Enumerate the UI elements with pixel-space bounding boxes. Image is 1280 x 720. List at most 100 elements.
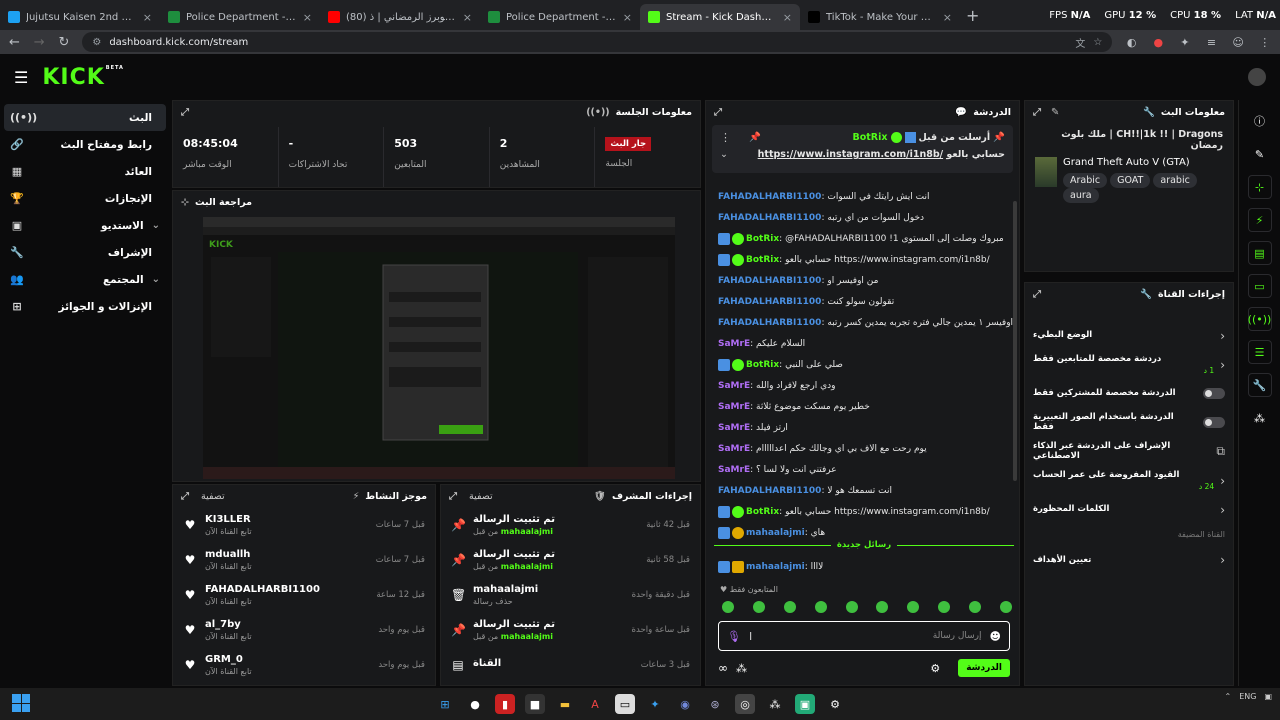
chat-username[interactable]: BotRix (746, 507, 779, 517)
pin-icon[interactable]: 📌 (749, 132, 761, 143)
expand-icon[interactable]: ⤢ (1033, 289, 1041, 300)
activity-widget-icon[interactable]: ⚡ (1247, 208, 1272, 232)
new-messages-divider[interactable]: رسائل جديدة (714, 538, 1014, 552)
emote-icon[interactable] (814, 601, 827, 613)
sidebar-item[interactable]: 👥 المجتمع ⌄ (4, 266, 166, 293)
wrench-widget-icon[interactable]: 🔧 (1247, 373, 1272, 397)
chat-input[interactable]: 🎙 I إرسال رسالة ☻ (718, 621, 1010, 651)
chat-username[interactable]: FAHADALHARBI1100 (718, 192, 821, 202)
stream-video-preview[interactable]: KICK (203, 217, 675, 479)
infinity-icon[interactable]: ∞ (718, 661, 728, 675)
chat-username[interactable]: FAHADALHARBI1100 (718, 486, 821, 496)
chat-username[interactable]: SaMrE (718, 465, 750, 475)
browser-tab[interactable]: Jujutsu Kaisen 2nd Season انمي × (0, 4, 160, 30)
reload-icon[interactable]: ↻ (58, 35, 71, 50)
sidebar-item[interactable]: ▦ العائد (4, 158, 166, 185)
stream-tag[interactable]: GOAT (1110, 173, 1151, 188)
extension-icon[interactable]: ◐ (1124, 36, 1139, 49)
activity-item[interactable]: ♥ FAHADALHARBI1100 تابع القناة الآن قبل 12 … (173, 577, 435, 612)
expand-icon[interactable]: ⤢ (181, 491, 189, 502)
info-icon[interactable]: ⓘ (1248, 109, 1272, 133)
more-icon[interactable]: ⋮ (1257, 36, 1272, 49)
stream-tag[interactable]: Arabic (1063, 173, 1108, 188)
sidebar-item[interactable]: 🏆 الإنجازات (4, 185, 166, 212)
pinned-link[interactable]: https://www.instagram.com/i1n8b/ (758, 149, 943, 160)
chat-username[interactable]: FAHADALHARBI1100 (718, 276, 821, 286)
sidebar-item[interactable]: 🔗 رابط ومفتاح البث (4, 131, 166, 158)
browser-tab[interactable]: (80) تحدي اليوتيوبرز الرمضاني | ذ × (320, 4, 480, 30)
chat-username[interactable]: SaMrE (718, 402, 750, 412)
search-icon[interactable]: ● (465, 694, 485, 714)
back-icon[interactable]: ← (8, 35, 21, 50)
chat-username[interactable]: SaMrE (718, 444, 750, 454)
chat-username[interactable]: SaMrE (718, 339, 750, 349)
emote-icon[interactable] (722, 601, 734, 613)
user-avatar[interactable] (1248, 68, 1266, 86)
emote-icon[interactable] (845, 601, 858, 613)
sidebar-item[interactable]: ▣ الاستديو ⌄ (4, 212, 166, 239)
forward-icon[interactable]: → (33, 35, 46, 50)
close-tab-icon[interactable]: × (783, 11, 792, 24)
address-bar[interactable]: ⚙ dashboard.kick.com/stream 文 ☆ (82, 32, 1113, 52)
close-tab-icon[interactable]: × (463, 11, 472, 24)
close-tab-icon[interactable]: × (943, 11, 952, 24)
expand-icon[interactable]: ⤢ (1033, 107, 1041, 118)
browser-tab[interactable]: Police Department - بيانات الول × (160, 4, 320, 30)
edit-icon[interactable]: ✎ (1248, 142, 1272, 166)
chat-username[interactable]: FAHADALHARBI1100 (718, 318, 821, 328)
more-dots-icon[interactable]: ⁂ (1248, 406, 1272, 430)
expand-icon[interactable]: ⤢ (449, 491, 457, 502)
chat-username[interactable]: SaMrE (718, 381, 750, 391)
emote-icon[interactable] (999, 601, 1012, 613)
translate-icon[interactable]: 文 (1075, 35, 1085, 50)
activity-item[interactable]: ♥ al_7by تابع القناة الآن قبل يوم واحد (173, 612, 435, 647)
extension-icon[interactable]: ● (1151, 36, 1166, 49)
external-link-icon[interactable]: ⧉ (1216, 444, 1225, 459)
preview-widget-icon[interactable]: ⊹ (1247, 175, 1272, 199)
chat-username[interactable]: BotRix (746, 255, 779, 265)
toggle-switch[interactable] (1203, 388, 1225, 399)
filter-button[interactable]: تصفية (469, 491, 493, 502)
menu-list-icon[interactable]: ≡ (1204, 36, 1219, 49)
mic-icon[interactable]: 🎙 (727, 630, 741, 643)
bookmark-star-icon[interactable]: ☆ (1093, 37, 1102, 48)
profile-icon[interactable]: ☺ (1231, 36, 1246, 49)
start-icon[interactable]: ⊞ (435, 694, 455, 714)
more-icon[interactable]: ⋮ (720, 131, 731, 144)
channel-action-row[interactable]: الدردشة مخصصة للمشتركين فقط (1025, 379, 1233, 408)
dots-icon[interactable]: ⁂ (736, 662, 747, 675)
stream-tag[interactable]: aura (1063, 188, 1099, 203)
kick-logo[interactable]: KICKBETA (42, 65, 124, 90)
settings-gear-icon[interactable]: ⚙ (930, 662, 940, 675)
app-icon[interactable]: A (585, 694, 605, 714)
channel-action-row[interactable]: الوضع البطيء › (1025, 321, 1233, 350)
activity-item[interactable]: ♥ mduallh تابع القناة الآن قبل 7 ساعات (173, 542, 435, 577)
sidebar-item[interactable]: 🔧 الإشراف (4, 239, 166, 266)
emote-icon[interactable] (969, 601, 981, 613)
app-icon[interactable]: ▮ (495, 694, 515, 714)
chevron-down-icon[interactable]: ⌄ (720, 149, 728, 160)
browser-tab[interactable]: Police Department - بيانات الول × (480, 4, 640, 30)
mod-action-item[interactable]: 📌 تم تثبيت الرسالة mahaalajmi من قبل قبل 58… (441, 542, 700, 577)
channel-action-row[interactable]: الكلمات المحظورة › (1025, 495, 1233, 524)
emote-icon[interactable] (783, 601, 796, 613)
mod-action-item[interactable]: 📌 تم تثبيت الرسالة mahaalajmi من قبل قبل 42… (441, 507, 700, 542)
set-goals-row[interactable]: تعيين الأهداف › (1025, 545, 1233, 574)
new-tab-button[interactable]: + (966, 6, 979, 25)
pinned-user[interactable]: BotRix (853, 132, 888, 143)
app-icon[interactable]: ▣ (795, 694, 815, 714)
emoji-icon[interactable]: ☻ (990, 630, 1001, 643)
mod-action-item[interactable]: 📌 تم تثبيت الرسالة mahaalajmi من قبل قبل سا… (441, 612, 700, 647)
emote-icon[interactable] (907, 601, 920, 613)
app-icon[interactable]: ⁂ (765, 694, 785, 714)
puzzle-icon[interactable]: ✦ (1178, 36, 1193, 49)
chat-username[interactable]: BotRix (746, 234, 779, 244)
notes-widget-icon[interactable]: ▤ (1247, 241, 1272, 265)
close-tab-icon[interactable]: × (143, 11, 152, 24)
close-tab-icon[interactable]: × (303, 11, 312, 24)
activity-item[interactable]: ♥ KI3LLER تابع القناة الآن قبل 7 ساعات (173, 507, 435, 542)
sidebar-item[interactable]: ⊞ الإنزالات و الجوائز (4, 293, 166, 320)
chat-username[interactable]: BotRix (746, 360, 779, 370)
chrome-icon[interactable]: ◎ (735, 694, 755, 714)
chat-scrollbar[interactable] (1013, 201, 1017, 481)
